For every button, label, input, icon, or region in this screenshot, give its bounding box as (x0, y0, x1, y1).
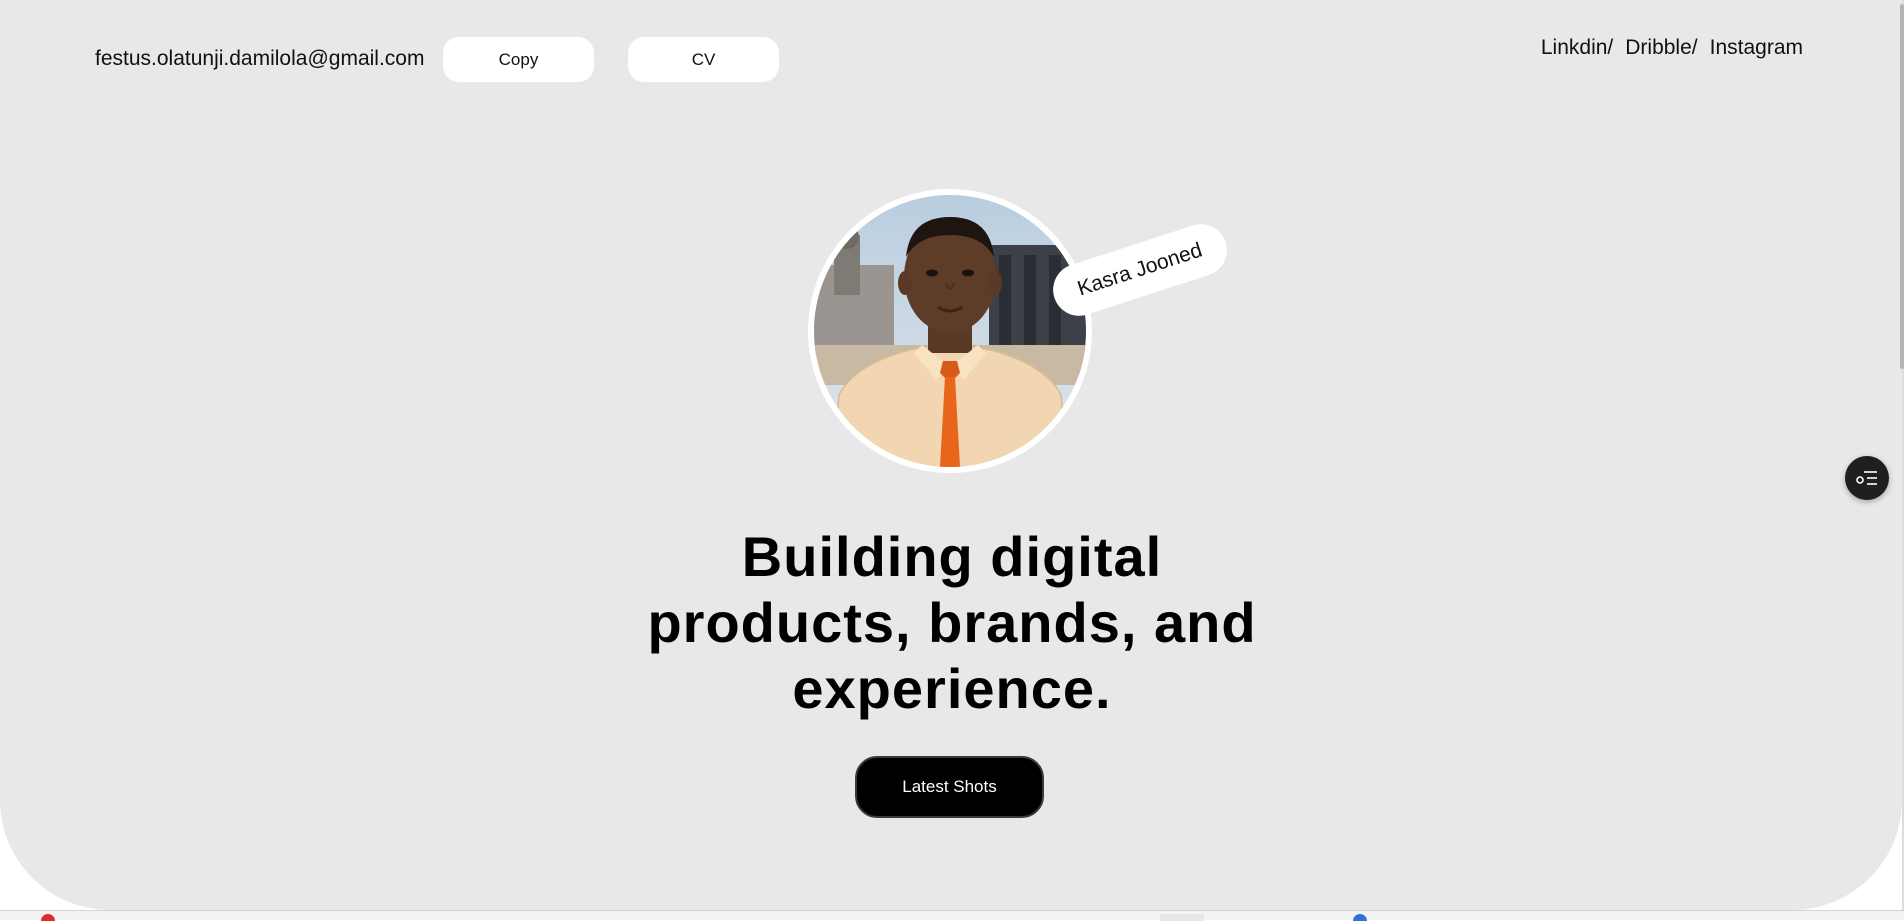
profile-photo-illustration (814, 195, 1086, 467)
headline-line-2: products, brands, and (647, 591, 1257, 654)
floating-filter-button[interactable] (1845, 456, 1889, 500)
page-headline: Building digital products, brands, and e… (552, 524, 1352, 722)
instagram-link[interactable]: Instagram (1710, 36, 1803, 60)
headline-line-1: Building digital (741, 525, 1163, 588)
scrollbar-thumb[interactable] (1900, 4, 1904, 369)
hero-section: festus.olatunji.damilola@gmail.com Copy … (0, 0, 1902, 910)
linkedin-link[interactable]: Linkdin/ (1541, 36, 1613, 60)
headline-line-3: experience. (792, 657, 1112, 720)
copy-button[interactable]: Copy (443, 37, 594, 82)
cv-button[interactable]: CV (628, 37, 779, 82)
social-links: Linkdin/ Dribble/ Instagram (1541, 36, 1803, 60)
dribbble-link[interactable]: Dribble/ (1625, 36, 1697, 60)
avatar (808, 189, 1092, 473)
profile-photo (814, 195, 1086, 467)
taskbar (0, 910, 1904, 921)
latest-shots-button[interactable]: Latest Shots (855, 756, 1044, 818)
email-address[interactable]: festus.olatunji.damilola@gmail.com (95, 47, 424, 71)
name-tag: Kasra Jooned (1046, 217, 1234, 323)
filter-list-icon (1856, 471, 1877, 485)
